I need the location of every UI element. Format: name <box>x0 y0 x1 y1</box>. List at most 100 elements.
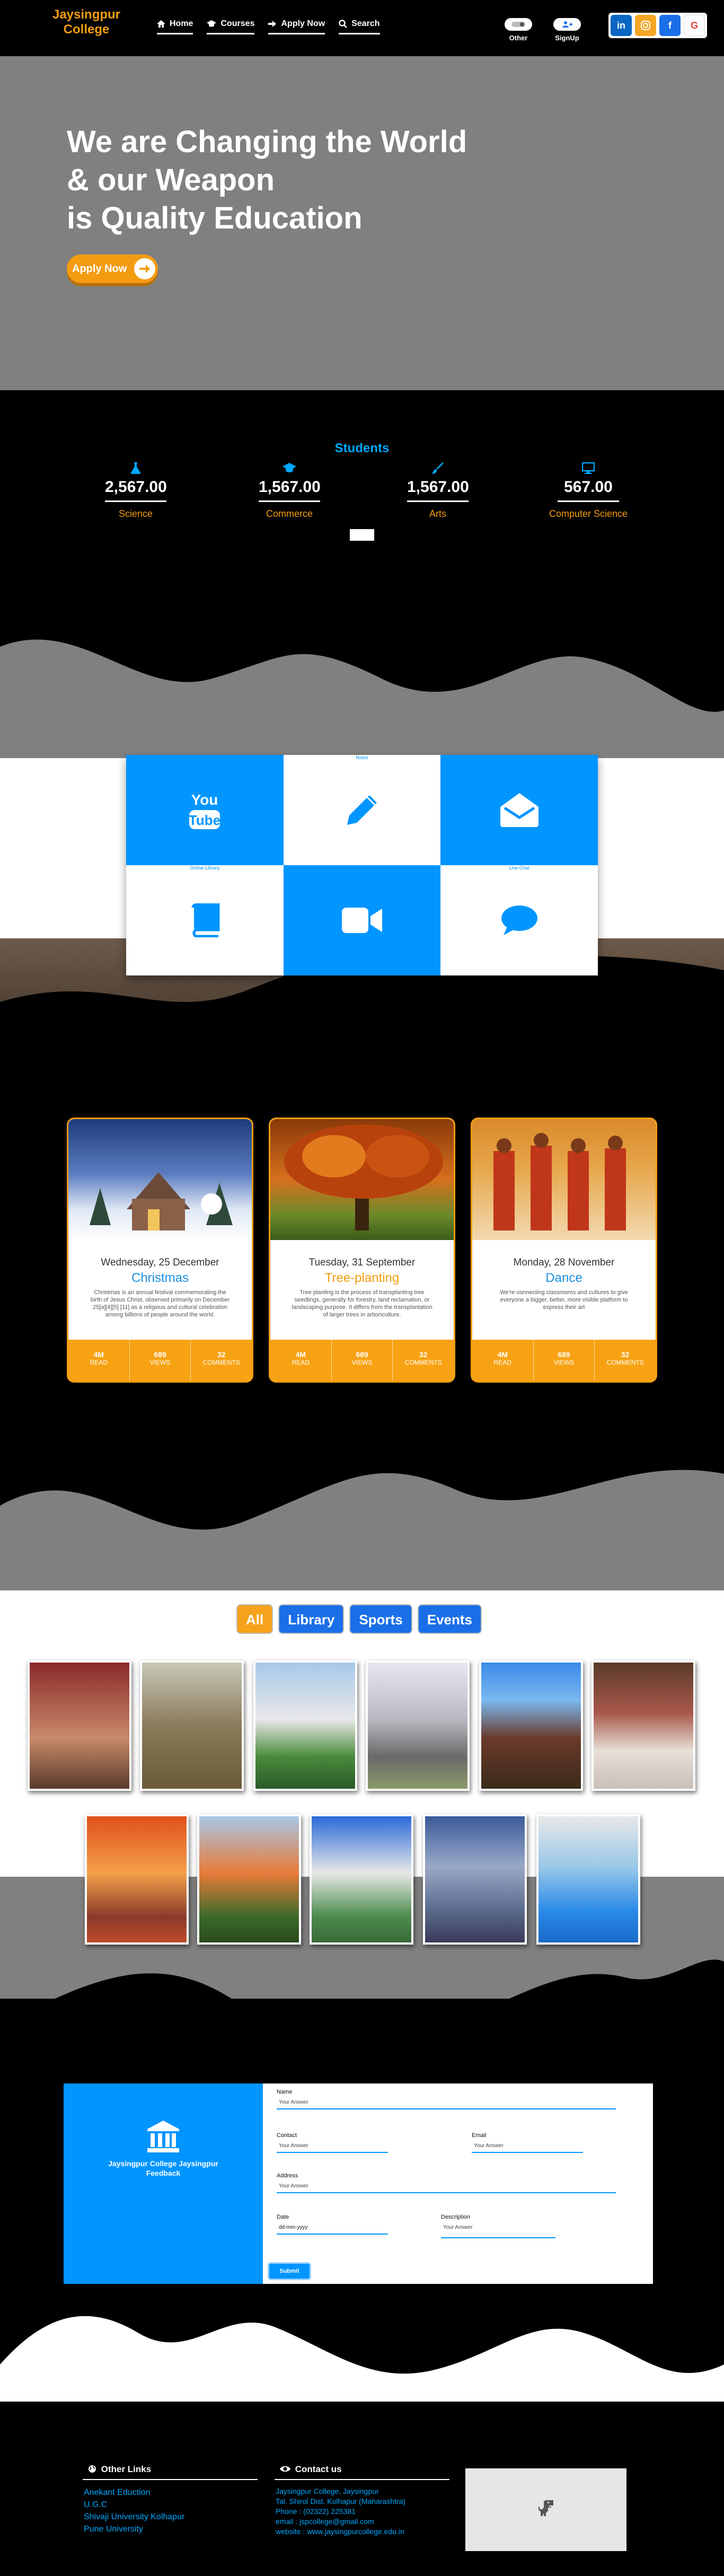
description-textarea[interactable]: Your Answer <box>441 2220 555 2238</box>
feedback-title-line-1: Jaysingpur College Jaysingpur <box>108 2159 218 2168</box>
main-menu: Home Courses Apply Now Search <box>157 19 380 34</box>
feature-online-library[interactable]: Online Library <box>126 865 284 975</box>
email-input[interactable]: Your Answer <box>472 2139 583 2153</box>
stat-science-value: 2,567.00 <box>105 478 167 502</box>
nav-search-link[interactable]: Search <box>339 19 380 34</box>
gallery-filter-bar: All Library Sports Events <box>236 1604 482 1634</box>
footer-divider <box>83 2479 258 2480</box>
filter-library-button[interactable]: Library <box>278 1604 345 1634</box>
event-stat-comments: 32 COMMENTS <box>404 1350 442 1366</box>
event-stats: 4M READ 689 VIEWS 32 COMMENTS <box>68 1340 252 1381</box>
footer-link-ugc[interactable]: U.G.C <box>84 2499 184 2511</box>
event-date: Wednesday, 25 December <box>101 1257 219 1268</box>
nav-apply-link[interactable]: Apply Now <box>268 19 325 34</box>
event-stat-read: 4M READ <box>68 1340 130 1381</box>
name-input[interactable]: Your Answer <box>277 2095 616 2109</box>
contact-field: Contact Your Answer <box>277 2132 388 2153</box>
event-card-tree-planting[interactable]: Tuesday, 31 September Tree-planting Tree… <box>269 1118 455 1383</box>
feature-notes[interactable]: Notes <box>283 755 441 865</box>
other-button[interactable]: Other <box>504 18 533 42</box>
gallery-photo-sports-1[interactable] <box>197 1814 301 1945</box>
gallery-photo-palace[interactable] <box>479 1660 583 1791</box>
nav-home-link[interactable]: Home <box>157 19 193 34</box>
event-description: We're connecting classrooms and cultures… <box>500 1289 628 1311</box>
gallery-photo-library-2[interactable] <box>140 1660 244 1791</box>
event-card-dance[interactable]: Monday, 28 November Dance We're connecti… <box>471 1118 657 1383</box>
gallery-photo-event-2[interactable] <box>85 1814 189 1945</box>
top-navbar: Jaysingpur College Home Courses Apply No… <box>0 0 724 56</box>
feature-mail[interactable] <box>440 755 598 865</box>
feature-caption: Online Library <box>190 865 220 871</box>
feature-video[interactable] <box>283 865 441 975</box>
page: Jaysingpur College Home Courses Apply No… <box>0 0 724 2576</box>
search-icon <box>339 20 348 28</box>
features-grid: You Tube Notes Online Library Live Chat <box>126 755 598 975</box>
other-label: Other <box>509 34 528 42</box>
apply-now-button[interactable]: Apply Now <box>67 254 158 283</box>
footer-link-anekant[interactable]: Anekant Eduction <box>84 2486 184 2499</box>
stats-title: Students <box>334 441 390 455</box>
video-camera-icon <box>341 908 382 933</box>
feature-caption: Live Chat <box>509 865 529 871</box>
google-icon[interactable]: G <box>684 15 705 36</box>
signup-label: SignUp <box>555 34 579 42</box>
youtube-icon: You Tube <box>189 792 220 829</box>
envelope-icon <box>500 793 538 827</box>
logo-line-1: Jaysingpur <box>52 7 121 22</box>
footer-link-shivaji[interactable]: Shivaji University Kolhapur <box>84 2511 184 2523</box>
date-input[interactable]: dd-mm-yyyy <box>277 2220 388 2235</box>
contact-phone[interactable]: Phone : (02322) 225381 <box>276 2507 405 2517</box>
description-label: Description <box>441 2214 471 2220</box>
nav-courses-label: Courses <box>220 19 255 28</box>
gallery-photo-event-1[interactable] <box>591 1660 695 1791</box>
gallery-photo-group[interactable] <box>423 1814 527 1945</box>
gallery-photo-campus-2[interactable] <box>310 1814 413 1945</box>
name-label: Name <box>277 2089 293 2095</box>
eye-icon <box>280 2466 290 2472</box>
feature-live-chat[interactable]: Live Chat <box>440 865 598 975</box>
svg-text:Tube: Tube <box>189 812 220 828</box>
gallery-photo-sports-2[interactable] <box>536 1814 640 1945</box>
toggle-icon <box>511 22 525 27</box>
event-stat-read: 4M READ <box>270 1340 332 1381</box>
event-stat-comments: 32 COMMENTS <box>202 1350 240 1366</box>
college-logo[interactable]: Jaysingpur College <box>49 7 123 37</box>
gallery-photo-statue[interactable] <box>366 1660 470 1791</box>
event-image-tree-planting <box>270 1119 454 1240</box>
footer-link-pune[interactable]: Pune University <box>84 2523 184 2535</box>
gallery-photo-campus-1[interactable] <box>253 1660 357 1791</box>
event-description: Christmas is an annual festival commemor… <box>90 1289 230 1318</box>
address-field: Address Your Answer <box>277 2173 616 2193</box>
stat-arts-label: Arts <box>429 508 446 519</box>
institution-icon <box>147 2121 179 2152</box>
instagram-icon[interactable] <box>635 15 656 36</box>
filter-events-button[interactable]: Events <box>417 1604 482 1634</box>
event-stats: 4M READ 689 VIEWS 32 COMMENTS <box>472 1340 656 1381</box>
hero-line-2: & our Weapon <box>67 163 275 197</box>
apply-now-label: Apply Now <box>72 262 127 275</box>
facebook-icon[interactable]: f <box>659 15 681 36</box>
submit-button[interactable]: Submit <box>269 2264 310 2279</box>
feedback-title-line-2: Feedback <box>146 2169 181 2177</box>
gallery-photo-library-1[interactable] <box>28 1660 131 1791</box>
nav-courses-link[interactable]: Courses <box>207 19 255 34</box>
dinosaur-icon <box>538 2500 553 2516</box>
linkedin-icon[interactable]: in <box>611 15 632 36</box>
contact-input[interactable]: Your Answer <box>277 2139 388 2153</box>
stat-cs-value: 567.00 <box>558 478 619 502</box>
filter-sports-button[interactable]: Sports <box>349 1604 412 1634</box>
event-card-christmas[interactable]: Wednesday, 25 December Christmas Christm… <box>67 1118 253 1383</box>
signup-button[interactable]: SignUp <box>552 18 582 42</box>
carousel-indicator[interactable] <box>350 529 374 541</box>
contact-website[interactable]: website : www.jaysingpurcollege.edu.in <box>276 2527 405 2537</box>
contact-email[interactable]: email : jspcollege@gmail.com <box>276 2517 405 2527</box>
svg-text:You: You <box>191 792 218 808</box>
filter-all-button[interactable]: All <box>236 1604 273 1634</box>
embedded-map[interactable] <box>465 2468 626 2551</box>
feature-youtube[interactable]: You Tube <box>126 755 284 865</box>
address-input[interactable]: Your Answer <box>277 2179 616 2193</box>
sign-in-icon <box>268 21 277 27</box>
email-label: Email <box>472 2132 487 2139</box>
email-field: Email Your Answer <box>472 2132 583 2153</box>
stat-computer-science: 567.00 Computer Science <box>530 462 647 520</box>
